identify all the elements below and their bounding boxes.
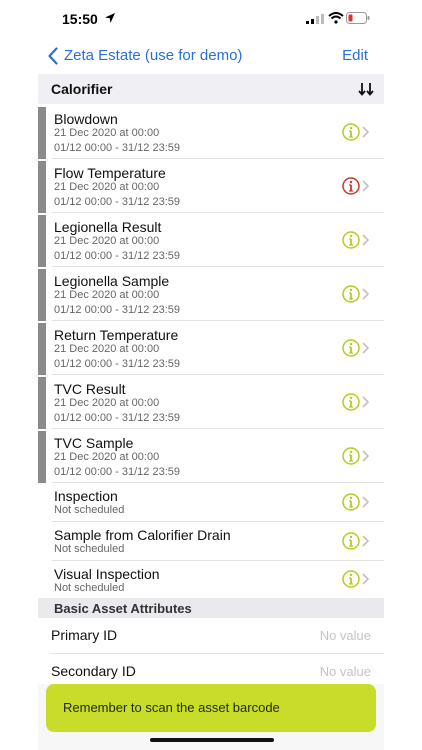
status-bar-indicator	[38, 161, 46, 213]
task-date: 21 Dec 2020 at 00:00	[54, 451, 160, 463]
task-range: 01/12 00:00 - 31/12 23:59	[54, 412, 180, 424]
task-date: 21 Dec 2020 at 00:00	[54, 289, 160, 301]
chevron-right-icon	[362, 396, 369, 408]
task-title: TVC Result	[54, 381, 126, 397]
task-title: Flow Temperature	[54, 165, 166, 181]
alert-info-icon[interactable]	[342, 177, 360, 195]
status-bar-indicator	[38, 323, 46, 375]
info-icon[interactable]	[342, 493, 360, 511]
chevron-right-icon	[362, 342, 369, 354]
task-date: 21 Dec 2020 at 00:00	[54, 235, 160, 247]
chevron-right-icon	[362, 450, 369, 462]
status-bar-indicator	[38, 107, 46, 159]
task-range: 01/12 00:00 - 31/12 23:59	[54, 196, 180, 208]
info-icon[interactable]	[342, 123, 360, 141]
task-row[interactable]: TVC Sample 21 Dec 2020 at 00:00 01/12 00…	[38, 429, 384, 483]
unscheduled-row[interactable]: Visual Inspection Not scheduled	[38, 561, 384, 598]
phone-frame: 15:50 Zeta Estate (use for demo) Edit Ca…	[0, 0, 422, 750]
task-date: 21 Dec 2020 at 00:00	[54, 343, 160, 355]
task-title: Visual Inspection	[54, 566, 160, 582]
attribute-value: No value	[319, 664, 371, 679]
attribute-value: No value	[319, 628, 371, 643]
task-title: Sample from Calorifier Drain	[54, 527, 231, 543]
info-icon[interactable]	[342, 285, 360, 303]
chevron-right-icon	[362, 126, 369, 138]
task-row[interactable]: Legionella Sample 21 Dec 2020 at 00:00 0…	[38, 267, 384, 321]
chevron-right-icon	[362, 288, 369, 300]
toast-message: Remember to scan the asset barcode	[63, 700, 280, 715]
task-range: 01/12 00:00 - 31/12 23:59	[54, 358, 180, 370]
attribute-row-primary-id[interactable]: Primary ID No value	[38, 618, 384, 654]
task-title: Legionella Result	[54, 219, 162, 235]
info-icon[interactable]	[342, 339, 360, 357]
toast-banner[interactable]: Remember to scan the asset barcode	[46, 684, 376, 732]
navigation-bar: Zeta Estate (use for demo) Edit	[38, 40, 384, 72]
task-row[interactable]: Legionella Result 21 Dec 2020 at 00:00 0…	[38, 213, 384, 267]
info-icon[interactable]	[342, 393, 360, 411]
chevron-right-icon	[362, 535, 369, 547]
task-range: 01/12 00:00 - 31/12 23:59	[54, 250, 180, 262]
attributes-section-title: Basic Asset Attributes	[54, 601, 192, 616]
task-range: 01/12 00:00 - 31/12 23:59	[54, 466, 180, 478]
chevron-right-icon	[362, 234, 369, 246]
section-header: Calorifier	[38, 74, 384, 104]
task-status: Not scheduled	[54, 543, 125, 555]
chevron-right-icon	[362, 573, 369, 585]
wifi-icon	[328, 12, 344, 24]
task-status: Not scheduled	[54, 582, 125, 594]
task-date: 21 Dec 2020 at 00:00	[54, 397, 160, 409]
task-row[interactable]: Flow Temperature 21 Dec 2020 at 00:00 01…	[38, 159, 384, 213]
task-range: 01/12 00:00 - 31/12 23:59	[54, 304, 180, 316]
sort-icon[interactable]	[358, 82, 374, 96]
info-icon[interactable]	[342, 447, 360, 465]
info-icon[interactable]	[342, 532, 360, 550]
task-date: 21 Dec 2020 at 00:00	[54, 127, 160, 139]
task-title: Blowdown	[54, 111, 118, 127]
chevron-right-icon	[362, 496, 369, 508]
unscheduled-row[interactable]: Sample from Calorifier Drain Not schedul…	[38, 522, 384, 561]
unscheduled-row[interactable]: Inspection Not scheduled	[38, 483, 384, 522]
status-bar-indicator	[38, 431, 46, 483]
chevron-right-icon	[362, 180, 369, 192]
task-row[interactable]: TVC Result 21 Dec 2020 at 00:00 01/12 00…	[38, 375, 384, 429]
chevron-left-icon[interactable]	[48, 47, 58, 65]
attribute-label: Secondary ID	[51, 663, 136, 679]
task-row[interactable]: Blowdown 21 Dec 2020 at 00:00 01/12 00:0…	[38, 105, 384, 159]
location-arrow-icon	[105, 13, 115, 23]
status-bar-indicator	[38, 269, 46, 321]
task-title: Return Temperature	[54, 327, 179, 343]
back-button[interactable]: Zeta Estate (use for demo)	[64, 47, 242, 64]
attribute-label: Primary ID	[51, 627, 118, 643]
task-title: Inspection	[54, 488, 118, 504]
screen: 15:50 Zeta Estate (use for demo) Edit Ca…	[38, 0, 384, 750]
section-title: Calorifier	[51, 81, 113, 97]
status-bar-indicator	[38, 377, 46, 429]
info-icon[interactable]	[342, 231, 360, 249]
cellular-signal-icon	[306, 14, 324, 24]
task-title: Legionella Sample	[54, 273, 170, 289]
task-title: TVC Sample	[54, 435, 134, 451]
task-date: 21 Dec 2020 at 00:00	[54, 181, 160, 193]
edit-button[interactable]: Edit	[342, 47, 368, 64]
task-range: 01/12 00:00 - 31/12 23:59	[54, 142, 180, 154]
attributes-section-header: Basic Asset Attributes	[38, 598, 384, 618]
info-icon[interactable]	[342, 570, 360, 588]
task-row[interactable]: Return Temperature 21 Dec 2020 at 00:00 …	[38, 321, 384, 375]
status-time: 15:50	[62, 11, 98, 27]
home-indicator	[150, 738, 274, 742]
task-status: Not scheduled	[54, 504, 125, 516]
status-bar: 15:50	[38, 0, 384, 36]
status-bar-indicator	[38, 215, 46, 267]
battery-low-icon	[346, 12, 370, 24]
